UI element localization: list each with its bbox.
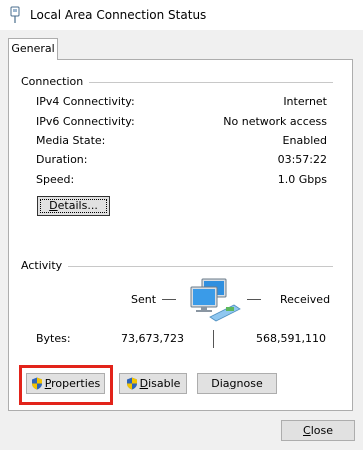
close-button[interactable]: Close [281, 420, 355, 441]
disable-mnemonic: D [139, 376, 149, 390]
uac-shield-icon [126, 377, 137, 389]
sent-dash [162, 299, 176, 300]
received-dash [247, 299, 261, 300]
details-button[interactable]: Details... [37, 196, 110, 216]
received-label: Received [280, 293, 331, 306]
diagnose-mnemonic: g [229, 376, 237, 390]
speed-value: 1.0 Gbps [277, 173, 327, 186]
duration-value: 03:57:22 [277, 153, 327, 166]
speed-label: Speed: [36, 173, 75, 186]
diagnose-label-rest: nose [236, 376, 263, 390]
details-mnemonic: D [49, 199, 58, 212]
ipv4-connectivity-label: IPv4 Connectivity: [36, 95, 135, 108]
close-label: lose [310, 423, 333, 437]
bytes-sent-value: 73,673,723 [121, 332, 184, 345]
activity-group-divider [66, 266, 333, 267]
connection-heading: Connection [21, 75, 90, 88]
window-title: Local Area Connection Status [30, 8, 207, 22]
ipv6-connectivity-label: IPv6 Connectivity: [36, 115, 135, 128]
general-tab-panel [8, 59, 353, 411]
title-bar[interactable]: Local Area Connection Status [0, 0, 363, 30]
bytes-label: Bytes: [36, 332, 71, 345]
network-adapter-icon [10, 6, 20, 23]
diagnose-button[interactable]: Diagnose [197, 373, 277, 394]
ipv4-connectivity-value: Internet [283, 95, 327, 108]
disable-button[interactable]: Disable [119, 373, 187, 394]
diagnose-label-prefix: Dia [211, 376, 230, 390]
disable-label: isable [148, 376, 181, 390]
bytes-received-value: 568,591,110 [256, 332, 326, 345]
properties-highlight-box [19, 365, 113, 405]
close-mnemonic: C [303, 423, 311, 437]
media-state-value: Enabled [282, 134, 327, 147]
tab-general[interactable]: General [8, 38, 58, 60]
media-state-label: Media State: [36, 134, 106, 147]
details-label: etails... [57, 199, 98, 212]
connection-group-divider [80, 82, 333, 83]
ipv6-connectivity-value: No network access [223, 115, 327, 128]
activity-heading: Activity [21, 259, 69, 272]
bytes-separator [213, 330, 214, 348]
sent-label: Sent [131, 293, 157, 306]
duration-label: Duration: [36, 153, 88, 166]
network-computers-icon [190, 278, 241, 322]
